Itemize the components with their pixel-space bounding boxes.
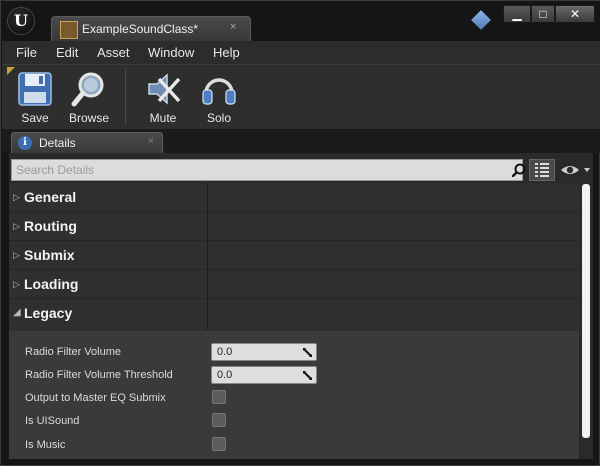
app-diamond-icon bbox=[471, 10, 491, 30]
save-label: Save bbox=[21, 111, 49, 125]
expanded-arrow-icon: ◢ bbox=[13, 307, 21, 318]
category-routing[interactable]: ▷ Routing bbox=[9, 212, 579, 241]
browse-button[interactable]: Browse bbox=[64, 67, 114, 127]
floppy-disk-icon bbox=[18, 72, 52, 106]
mute-button[interactable]: Mute bbox=[138, 67, 188, 127]
info-icon: i bbox=[18, 136, 32, 150]
field-value: 0.0 bbox=[217, 369, 233, 381]
solo-label: Solo bbox=[206, 111, 232, 125]
property-label: Radio Filter Volume Threshold bbox=[25, 369, 173, 381]
minimize-button[interactable]: ▁ bbox=[503, 5, 531, 23]
toolbar-corner-marker bbox=[7, 67, 15, 75]
property-is-music: Is Music bbox=[9, 435, 579, 457]
search-details-box bbox=[11, 159, 526, 181]
toolbar: Save Browse Mute Solo bbox=[2, 64, 600, 130]
maximize-button[interactable]: □ bbox=[531, 5, 555, 23]
category-label: Loading bbox=[24, 276, 79, 292]
menu-bar: File Edit Asset Window Help bbox=[2, 41, 600, 64]
title-bar: U ExampleSoundClass* × ▁ □ ✕ bbox=[1, 1, 600, 41]
sound-class-asset-icon bbox=[60, 21, 78, 39]
search-icon[interactable] bbox=[512, 163, 526, 177]
menu-file[interactable]: File bbox=[16, 45, 37, 60]
mute-speaker-icon bbox=[148, 73, 181, 105]
property-label: Output to Master EQ Submix bbox=[25, 392, 166, 404]
save-button[interactable]: Save bbox=[10, 67, 60, 127]
solo-button[interactable]: Solo bbox=[194, 67, 244, 127]
toolbar-separator bbox=[125, 69, 126, 125]
menu-help[interactable]: Help bbox=[213, 45, 240, 60]
search-details-input[interactable] bbox=[16, 161, 496, 179]
sound-class-editor-window: U ExampleSoundClass* × ▁ □ ✕ File Edit A… bbox=[0, 0, 600, 466]
details-tab-label: Details bbox=[39, 136, 76, 150]
property-label: Is Music bbox=[25, 439, 66, 451]
close-tab-icon[interactable]: × bbox=[230, 21, 236, 33]
collapsed-arrow-icon: ▷ bbox=[13, 221, 20, 231]
category-label: General bbox=[24, 189, 77, 205]
is-music-checkbox[interactable] bbox=[212, 437, 226, 451]
mute-label: Mute bbox=[149, 111, 177, 125]
document-tab-label: ExampleSoundClass* bbox=[82, 22, 199, 36]
collapsed-arrow-icon: ▷ bbox=[13, 192, 20, 202]
menu-edit[interactable]: Edit bbox=[56, 45, 78, 60]
close-details-tab-icon[interactable]: × bbox=[148, 136, 154, 147]
property-label: Radio Filter Volume bbox=[25, 346, 121, 358]
output-master-eq-checkbox[interactable] bbox=[212, 390, 226, 404]
category-loading[interactable]: ▷ Loading bbox=[9, 270, 579, 299]
drag-handle-icon[interactable] bbox=[302, 347, 313, 358]
property-radio-filter-volume-threshold: Radio Filter Volume Threshold 0.0 bbox=[9, 365, 579, 387]
category-label: Legacy bbox=[24, 305, 73, 321]
field-value: 0.0 bbox=[217, 346, 233, 358]
menu-asset[interactable]: Asset bbox=[97, 45, 130, 60]
category-submix[interactable]: ▷ Submix bbox=[9, 241, 579, 270]
category-label: Submix bbox=[24, 247, 75, 263]
browse-label: Browse bbox=[68, 111, 109, 125]
category-label: Routing bbox=[24, 218, 77, 234]
unreal-logo-icon[interactable]: U bbox=[7, 7, 35, 35]
collapsed-arrow-icon: ▷ bbox=[13, 250, 20, 260]
headphones-icon bbox=[202, 78, 236, 105]
close-window-button[interactable]: ✕ bbox=[555, 5, 595, 23]
collapsed-arrow-icon: ▷ bbox=[13, 279, 20, 289]
drag-handle-icon[interactable] bbox=[302, 370, 313, 381]
document-tab[interactable]: ExampleSoundClass* × bbox=[51, 16, 251, 41]
category-legacy[interactable]: ◢ Legacy bbox=[9, 299, 579, 328]
category-general[interactable]: ▷ General bbox=[9, 183, 579, 212]
details-tab[interactable]: i Details × bbox=[11, 132, 163, 153]
view-options-eye-icon[interactable] bbox=[559, 160, 593, 180]
property-label: Is UISound bbox=[25, 415, 80, 427]
property-output-master-eq: Output to Master EQ Submix bbox=[9, 388, 579, 410]
menu-window[interactable]: Window bbox=[148, 45, 194, 60]
is-uisound-checkbox[interactable] bbox=[212, 413, 226, 427]
property-matrix-button[interactable] bbox=[529, 159, 555, 181]
magnifier-icon bbox=[71, 72, 104, 107]
property-radio-filter-volume: Radio Filter Volume 0.0 bbox=[9, 342, 579, 364]
property-is-uisound: Is UISound bbox=[9, 411, 579, 433]
radio-filter-volume-threshold-field[interactable]: 0.0 bbox=[211, 366, 317, 384]
list-view-icon bbox=[535, 163, 549, 177]
radio-filter-volume-field[interactable]: 0.0 bbox=[211, 343, 317, 361]
scrollbar-thumb[interactable] bbox=[582, 184, 590, 438]
